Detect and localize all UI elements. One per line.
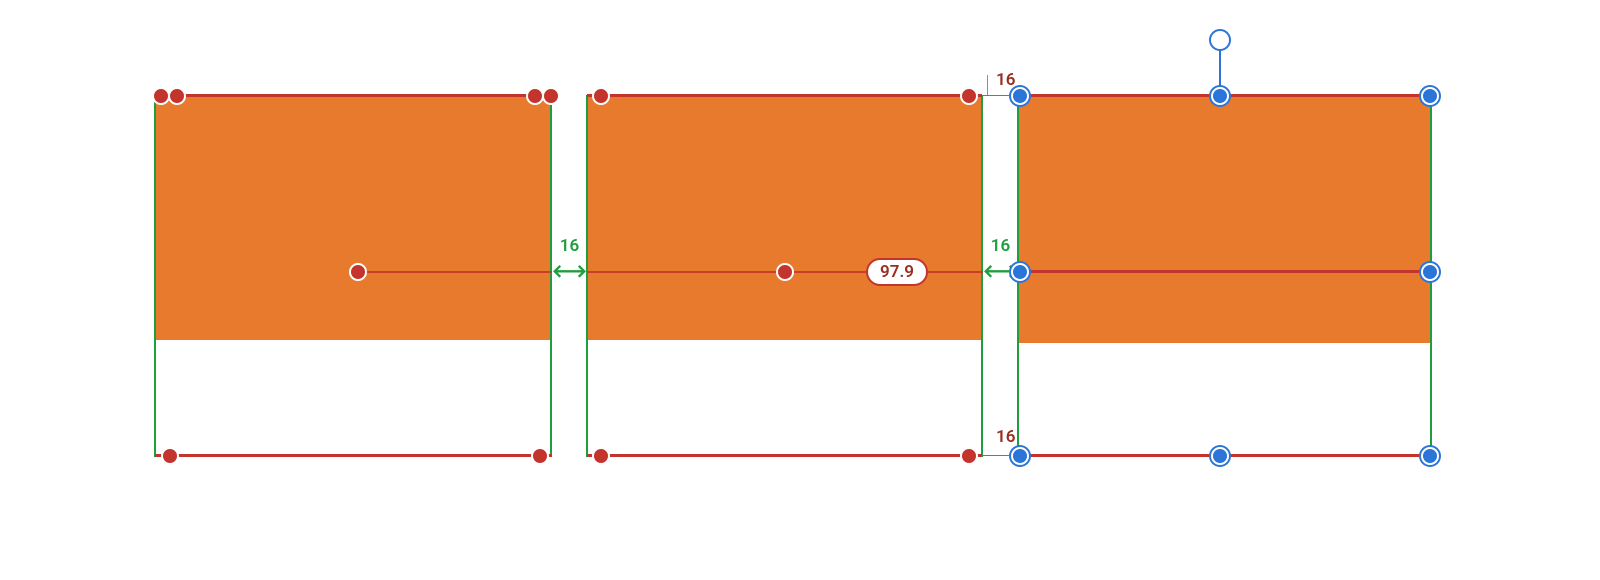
shape-2-handle-tr[interactable] xyxy=(960,87,978,105)
measurement-pill: 97.9 xyxy=(866,258,928,286)
shape-1-handle-br[interactable] xyxy=(531,447,549,465)
shape-3-fill xyxy=(1019,97,1430,343)
selection-top-line-2 xyxy=(587,94,982,97)
shape-1-handle-center[interactable] xyxy=(349,263,367,281)
center-selection-line-3 xyxy=(1019,270,1432,273)
shape-1-fill xyxy=(156,97,550,340)
selection-top-line-1 xyxy=(155,94,552,97)
shape-2-handle-bl[interactable] xyxy=(592,447,610,465)
gap-arrow-1-label: 16 xyxy=(560,236,579,256)
gap-label-bottom: 16 xyxy=(996,427,1015,447)
shape-3-handle-tr[interactable] xyxy=(1421,87,1439,105)
gap-arrow-1: 16 xyxy=(551,262,588,280)
shape-3-handle-bl[interactable] xyxy=(1011,447,1029,465)
shape-3-handle-tl[interactable] xyxy=(1011,87,1029,105)
selection-bottom-line-2 xyxy=(587,454,982,457)
design-canvas[interactable]: 16 16 16 16 97.9 xyxy=(0,0,1600,580)
gap-label-top: 16 xyxy=(996,70,1015,90)
center-guideline-left xyxy=(358,271,552,273)
shape-3-handle-bm[interactable] xyxy=(1211,447,1229,465)
shape-3[interactable] xyxy=(1017,95,1432,457)
selection-bottom-line-1 xyxy=(155,454,552,457)
shape-1-handle-tl-b[interactable] xyxy=(168,87,186,105)
gap-tick-top xyxy=(987,75,988,95)
gap-arrow-2-label: 16 xyxy=(991,236,1010,256)
shape-1-handle-tr-b[interactable] xyxy=(542,87,560,105)
shape-2-handle-tl[interactable] xyxy=(592,87,610,105)
shape-1-handle-bl[interactable] xyxy=(161,447,179,465)
shape-3-handle-tm[interactable] xyxy=(1211,87,1229,105)
shape-2-handle-br[interactable] xyxy=(960,447,978,465)
shape-2-fill xyxy=(588,97,981,340)
shape-3-handle-br[interactable] xyxy=(1421,447,1439,465)
shape-2-handle-center[interactable] xyxy=(776,263,794,281)
rotation-handle[interactable] xyxy=(1209,29,1231,51)
shape-3-handle-ml[interactable] xyxy=(1011,263,1029,281)
shape-3-handle-mr[interactable] xyxy=(1421,263,1439,281)
